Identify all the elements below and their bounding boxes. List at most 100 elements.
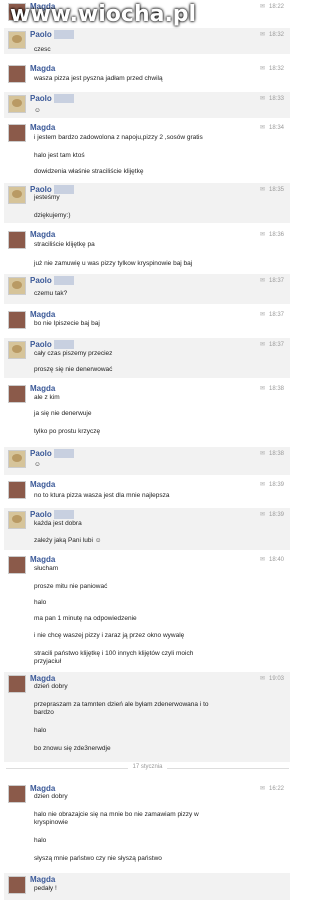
redacted-surname (53, 276, 74, 286)
message-text: kryspinowie (34, 819, 68, 826)
sender-name[interactable]: Magda (30, 384, 55, 393)
message-timestamp: 18:38 (260, 450, 284, 457)
message-timestamp: 16:22 (260, 785, 284, 792)
message-text: i jestem bardzo zadowolona z napoju,pizz… (34, 134, 203, 141)
date-divider: 17 stycznia (0, 764, 295, 770)
sender-name[interactable]: Paolo (30, 449, 74, 459)
avatar[interactable] (8, 277, 26, 295)
redacted-surname (53, 30, 74, 40)
message-timestamp: 18:32 (260, 65, 284, 72)
chat-message: Magda 16:22 dzien dobry halo nie obrazajcie… (4, 782, 290, 872)
sender-name[interactable]: Paolo (30, 276, 74, 286)
chat-message: Magda 18:40 słucham prosze mitu nie paniowa… (4, 553, 290, 669)
message-text: stracili państwo klijętkę i 100 innych k… (34, 650, 194, 657)
chat-message: Paolo 18:39 każda jest dobra zależy jaką Pa… (4, 508, 290, 550)
message-timestamp: 18:32 (260, 31, 284, 38)
message-text: ja się nie denerwuje (34, 410, 92, 417)
message-text: halo (34, 837, 47, 844)
avatar[interactable] (8, 65, 26, 83)
sender-name[interactable]: Paolo (30, 185, 74, 195)
sender-name[interactable]: Magda (30, 784, 55, 793)
message-text: halo jest tam ktoś (34, 152, 85, 159)
chat-message: Magda 18:38 ale z kim ja się nie denerwuje t… (4, 382, 290, 444)
message-text: halo nie obrazajcie się na mnie bo nie z… (34, 811, 199, 818)
sender-name[interactable]: Paolo (30, 510, 74, 520)
message-text: czesc (34, 46, 51, 53)
chat-message: Magda 18:32 wasza pizza jest pyszna jadłam… (4, 62, 290, 90)
avatar[interactable] (8, 341, 26, 359)
message-text: ☺ (34, 461, 41, 468)
message-text: czemu tak? (34, 290, 68, 297)
sender-name[interactable]: Paolo (30, 340, 74, 350)
avatar[interactable] (8, 3, 26, 21)
message-timestamp: 18:40 (260, 556, 284, 563)
chat-message: Magda 18:37 bo nie Ipiszecie baj baj (4, 308, 290, 334)
avatar[interactable] (8, 31, 26, 49)
date-divider-label: 17 stycznia (128, 764, 167, 770)
chat-message: Magda 19:03 dzień dobry przepraszam za tamn… (4, 672, 290, 762)
message-text: pedały ! (34, 885, 57, 892)
avatar[interactable] (8, 231, 26, 249)
avatar[interactable] (8, 511, 26, 529)
message-text: halo (34, 727, 47, 734)
chat-message: Magda 18:36 straciliście klijętkę pa już ni… (4, 228, 290, 272)
redacted-surname (53, 340, 74, 350)
chat-message: Paolo 18:37 cały czas piszemy przeciez pros… (4, 338, 290, 378)
message-text: proszę się nie denerwować (34, 366, 113, 373)
avatar[interactable] (8, 311, 26, 329)
sender-name[interactable]: Magda (30, 555, 55, 564)
message-text: przyjaciuł (34, 658, 62, 665)
sender-name[interactable]: Magda (30, 310, 55, 319)
sender-name[interactable]: Magda (30, 875, 55, 884)
chat-message: Paolo 18:35 jesteśmy dziękujemy:) (4, 183, 290, 223)
message-text: tylko po prostu krzyczę (34, 428, 101, 435)
message-text: i nie chcę waszej pizzy i zaraz ją przez… (34, 632, 185, 639)
message-text: słucham (34, 565, 59, 572)
sender-name[interactable]: Magda (30, 480, 55, 489)
avatar[interactable] (8, 95, 26, 113)
sender-name[interactable]: Magda (30, 2, 55, 11)
avatar[interactable] (8, 876, 26, 894)
sender-name[interactable]: Magda (30, 230, 55, 239)
redacted-surname (53, 449, 74, 459)
message-text: dziękujemy:) (34, 212, 71, 219)
message-text: przepraszam za tamnten dzień ale byłam z… (34, 701, 209, 708)
message-timestamp: 18:39 (260, 481, 284, 488)
message-text: dowidzenia właśnie straciliście klijętkę (34, 168, 144, 175)
message-text: bo znowu się zde3nerwdje (34, 745, 111, 752)
message-text: straciliście klijętkę pa (34, 241, 95, 248)
avatar[interactable] (8, 481, 26, 499)
chat-message: Magda 18:39 no to ktura pizza wasza jest d… (4, 478, 290, 506)
message-text: słyszą mnie państwo czy nie słyszą państ… (34, 855, 162, 862)
message-text: cały czas piszemy przeciez (34, 350, 113, 357)
avatar[interactable] (8, 450, 26, 468)
chat-message: Paolo 18:38 ☺ (4, 447, 290, 475)
message-timestamp: 18:22 (260, 3, 284, 10)
avatar[interactable] (8, 556, 26, 574)
avatar[interactable] (8, 385, 26, 403)
message-text: ale z kim (34, 394, 60, 401)
avatar[interactable] (8, 124, 26, 142)
message-text: zależy jaką Pani lubi ☺ (34, 537, 102, 544)
message-timestamp: 18:35 (260, 186, 284, 193)
sender-name[interactable]: Paolo (30, 30, 74, 40)
message-text: halo (34, 599, 47, 606)
chat-message: Paolo 18:32 czesc (4, 28, 290, 54)
chat-message: Magda 18:22 (4, 0, 290, 24)
message-text: bo nie Ipiszecie baj baj (34, 320, 100, 327)
sender-name[interactable]: Paolo (30, 94, 74, 104)
message-timestamp: 19:03 (260, 675, 284, 682)
sender-name[interactable]: Magda (30, 64, 55, 73)
message-text: ☺ (34, 107, 41, 114)
avatar[interactable] (8, 675, 26, 693)
message-text: no to ktura pizza wasza jest dla mnie na… (34, 492, 170, 499)
chat-message: Paolo 18:33 ☺ (4, 92, 290, 118)
message-timestamp: 18:37 (260, 341, 284, 348)
message-text: każda jest dobra (34, 520, 82, 527)
message-timestamp: 18:39 (260, 511, 284, 518)
message-timestamp: 18:38 (260, 385, 284, 392)
sender-name[interactable]: Magda (30, 674, 55, 683)
avatar[interactable] (8, 186, 26, 204)
sender-name[interactable]: Magda (30, 123, 55, 132)
avatar[interactable] (8, 785, 26, 803)
